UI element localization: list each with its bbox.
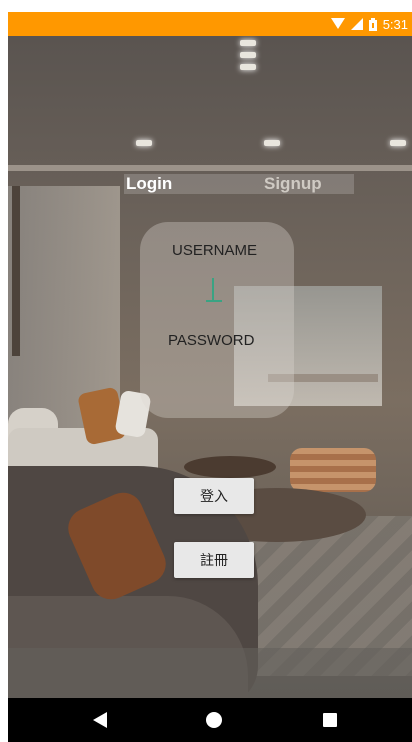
ceiling-light [240, 52, 256, 58]
username-input[interactable] [212, 278, 214, 300]
ceiling-beam [8, 165, 412, 171]
recent-apps-icon[interactable] [320, 710, 340, 730]
login-screen: 5:31 Login Signup USERNAME PASSWORD 登入 註… [8, 0, 412, 742]
password-label: PASSWORD [168, 332, 255, 349]
doorway [12, 186, 20, 356]
navigation-bar [8, 698, 412, 742]
bottom-overlay [8, 648, 412, 698]
register-button[interactable]: 註冊 [174, 542, 254, 578]
login-button[interactable]: 登入 [174, 478, 254, 514]
tab-signup[interactable]: Signup [264, 174, 322, 194]
username-underline [206, 300, 222, 302]
tab-login[interactable]: Login [126, 174, 172, 194]
ottoman [290, 448, 376, 492]
status-time: 5:31 [382, 16, 408, 32]
ceiling-light [264, 140, 280, 146]
wifi-icon [330, 18, 345, 30]
back-icon[interactable] [90, 710, 110, 730]
side-table [184, 456, 276, 478]
ceiling-light [390, 140, 406, 146]
username-label: USERNAME [172, 242, 258, 259]
signal-icon [350, 18, 363, 30]
status-icons: 5:31 [330, 12, 408, 36]
status-bar: 5:31 [8, 12, 412, 36]
ceiling-light [240, 64, 256, 70]
home-icon[interactable] [204, 710, 224, 730]
battery-icon [368, 17, 377, 31]
ceiling-light [136, 140, 152, 146]
ceiling-light [240, 40, 256, 46]
